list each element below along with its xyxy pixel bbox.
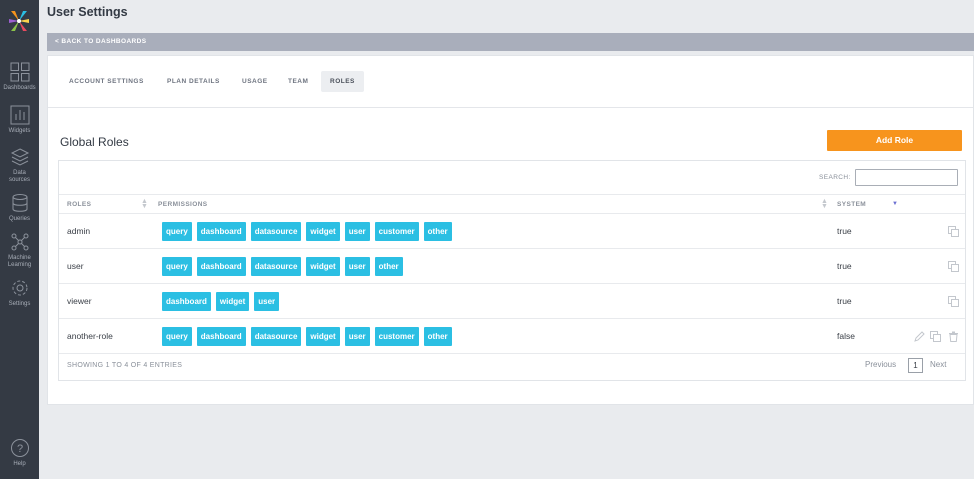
- svg-text:?: ?: [16, 443, 22, 455]
- permission-badge: other: [423, 327, 452, 346]
- copy-icon[interactable]: [948, 296, 959, 307]
- widgets-icon: [10, 105, 29, 125]
- app-logo[interactable]: [8, 8, 30, 34]
- sidebar-item-label: Machine Learning: [7, 255, 32, 268]
- column-header-system[interactable]: SYSTEM: [837, 201, 866, 208]
- permission-list: query dashboard datasource widget user c…: [162, 327, 452, 346]
- help-icon: ?: [10, 439, 29, 457]
- sidebar-item-label: Help: [13, 461, 26, 467]
- permission-badge: widget: [306, 222, 340, 241]
- add-role-button[interactable]: Add Role: [827, 130, 962, 151]
- pagination-next[interactable]: Next: [930, 360, 946, 369]
- column-header-roles[interactable]: ROLES: [67, 201, 91, 208]
- tab-usage[interactable]: USAGE: [233, 71, 277, 92]
- settings-card: ACCOUNT SETTINGS PLAN DETAILS USAGE TEAM…: [47, 55, 974, 405]
- role-name: user: [67, 261, 84, 271]
- edit-icon[interactable]: [914, 331, 925, 342]
- copy-icon[interactable]: [948, 226, 959, 237]
- sort-desc-icon[interactable]: ▼: [892, 201, 898, 207]
- roles-table: SEARCH: ROLES ▲ ▼ PERMISSIONS ▲ ▼ SYSTEM ▼…: [58, 160, 966, 381]
- sort-icon[interactable]: ▲ ▼: [821, 198, 828, 210]
- pagination-previous[interactable]: Previous: [865, 360, 896, 369]
- system-flag: true: [837, 226, 852, 236]
- permission-badge: datasource: [250, 327, 302, 346]
- permission-badge: query: [162, 257, 192, 276]
- permission-badge: widget: [306, 327, 340, 346]
- system-flag: true: [837, 261, 852, 271]
- permission-badge: dashboard: [162, 292, 211, 311]
- search-label: SEARCH:: [819, 174, 851, 181]
- queries-icon: [12, 194, 27, 212]
- table-row: admin query dashboard datasource widget …: [59, 214, 965, 249]
- role-name: another-role: [67, 331, 113, 341]
- permission-list: dashboard widget user: [162, 292, 280, 311]
- permission-badge: dashboard: [196, 222, 246, 241]
- permission-badge: dashboard: [196, 257, 246, 276]
- permission-badge: user: [344, 222, 370, 241]
- trash-icon[interactable]: [948, 331, 959, 342]
- permission-badge: dashboard: [196, 327, 246, 346]
- permission-badge: query: [162, 222, 192, 241]
- column-header-permissions[interactable]: PERMISSIONS: [158, 201, 208, 208]
- table-header: ROLES ▲ ▼ PERMISSIONS ▲ ▼ SYSTEM ▼: [59, 194, 965, 214]
- permission-badge: customer: [374, 222, 419, 241]
- settings-icon: [12, 280, 27, 296]
- settings-tabs: ACCOUNT SETTINGS PLAN DETAILS USAGE TEAM…: [48, 56, 973, 108]
- permission-list: query dashboard datasource widget user o…: [162, 257, 403, 276]
- permission-badge: other: [374, 257, 403, 276]
- table-row: viewer dashboard widget user true: [59, 284, 965, 319]
- permission-badge: customer: [374, 327, 419, 346]
- system-flag: true: [837, 296, 852, 306]
- search-input[interactable]: [855, 169, 958, 186]
- section-title: Global Roles: [60, 135, 129, 149]
- sidebar-item-settings[interactable]: Settings: [0, 278, 39, 308]
- back-bar: < BACK TO DASHBOARDS: [47, 33, 974, 51]
- sort-icon[interactable]: ▲ ▼: [141, 198, 148, 210]
- copy-icon[interactable]: [948, 261, 959, 272]
- sidebar-item-help[interactable]: ? Help: [0, 438, 39, 468]
- permission-badge: user: [344, 257, 370, 276]
- tab-roles[interactable]: ROLES: [321, 71, 364, 92]
- role-name: admin: [67, 226, 91, 236]
- sidebar-item-label: Dashboards: [3, 85, 36, 91]
- tab-account-settings[interactable]: ACCOUNT SETTINGS: [60, 71, 153, 92]
- data-sources-icon: [10, 148, 29, 166]
- permission-list: query dashboard datasource widget user c…: [162, 222, 452, 241]
- tab-team[interactable]: TEAM: [279, 71, 317, 92]
- sidebar-item-dashboards[interactable]: Dashboards: [0, 62, 39, 92]
- sidebar-item-widgets[interactable]: Widgets: [0, 105, 39, 135]
- dashboards-icon: [10, 62, 29, 82]
- sidebar-item-label: Widgets: [8, 128, 31, 134]
- sidebar: Dashboards Widgets Data sources Queries …: [0, 0, 39, 479]
- sidebar-item-label: Queries: [8, 216, 30, 222]
- permission-badge: widget: [306, 257, 340, 276]
- permission-badge: user: [254, 292, 280, 311]
- permission-badge: widget: [215, 292, 250, 311]
- sidebar-item-data-sources[interactable]: Data sources: [0, 147, 39, 184]
- sidebar-item-label: Data sources: [8, 170, 30, 183]
- sidebar-item-machine-learning[interactable]: Machine Learning: [0, 232, 39, 269]
- machine-learning-icon: [11, 233, 28, 251]
- role-name: viewer: [67, 296, 92, 306]
- table-row: user query dashboard datasource widget u…: [59, 249, 965, 284]
- sidebar-item-queries[interactable]: Queries: [0, 193, 39, 223]
- sidebar-item-label: Settings: [8, 301, 31, 307]
- permission-badge: user: [344, 327, 370, 346]
- permission-badge: datasource: [250, 257, 302, 276]
- system-flag: false: [837, 331, 855, 341]
- pagination-page-1[interactable]: 1: [908, 358, 923, 373]
- permission-badge: query: [162, 327, 192, 346]
- back-to-dashboards-link[interactable]: < BACK TO DASHBOARDS: [55, 38, 146, 45]
- page-title: User Settings: [47, 5, 128, 19]
- permission-badge: other: [423, 222, 452, 241]
- entries-info: SHOWING 1 TO 4 OF 4 ENTRIES: [67, 362, 183, 369]
- table-row: another-role query dashboard datasource …: [59, 319, 965, 354]
- tab-plan-details[interactable]: PLAN DETAILS: [158, 71, 229, 92]
- permission-badge: datasource: [250, 222, 302, 241]
- copy-icon[interactable]: [930, 331, 941, 342]
